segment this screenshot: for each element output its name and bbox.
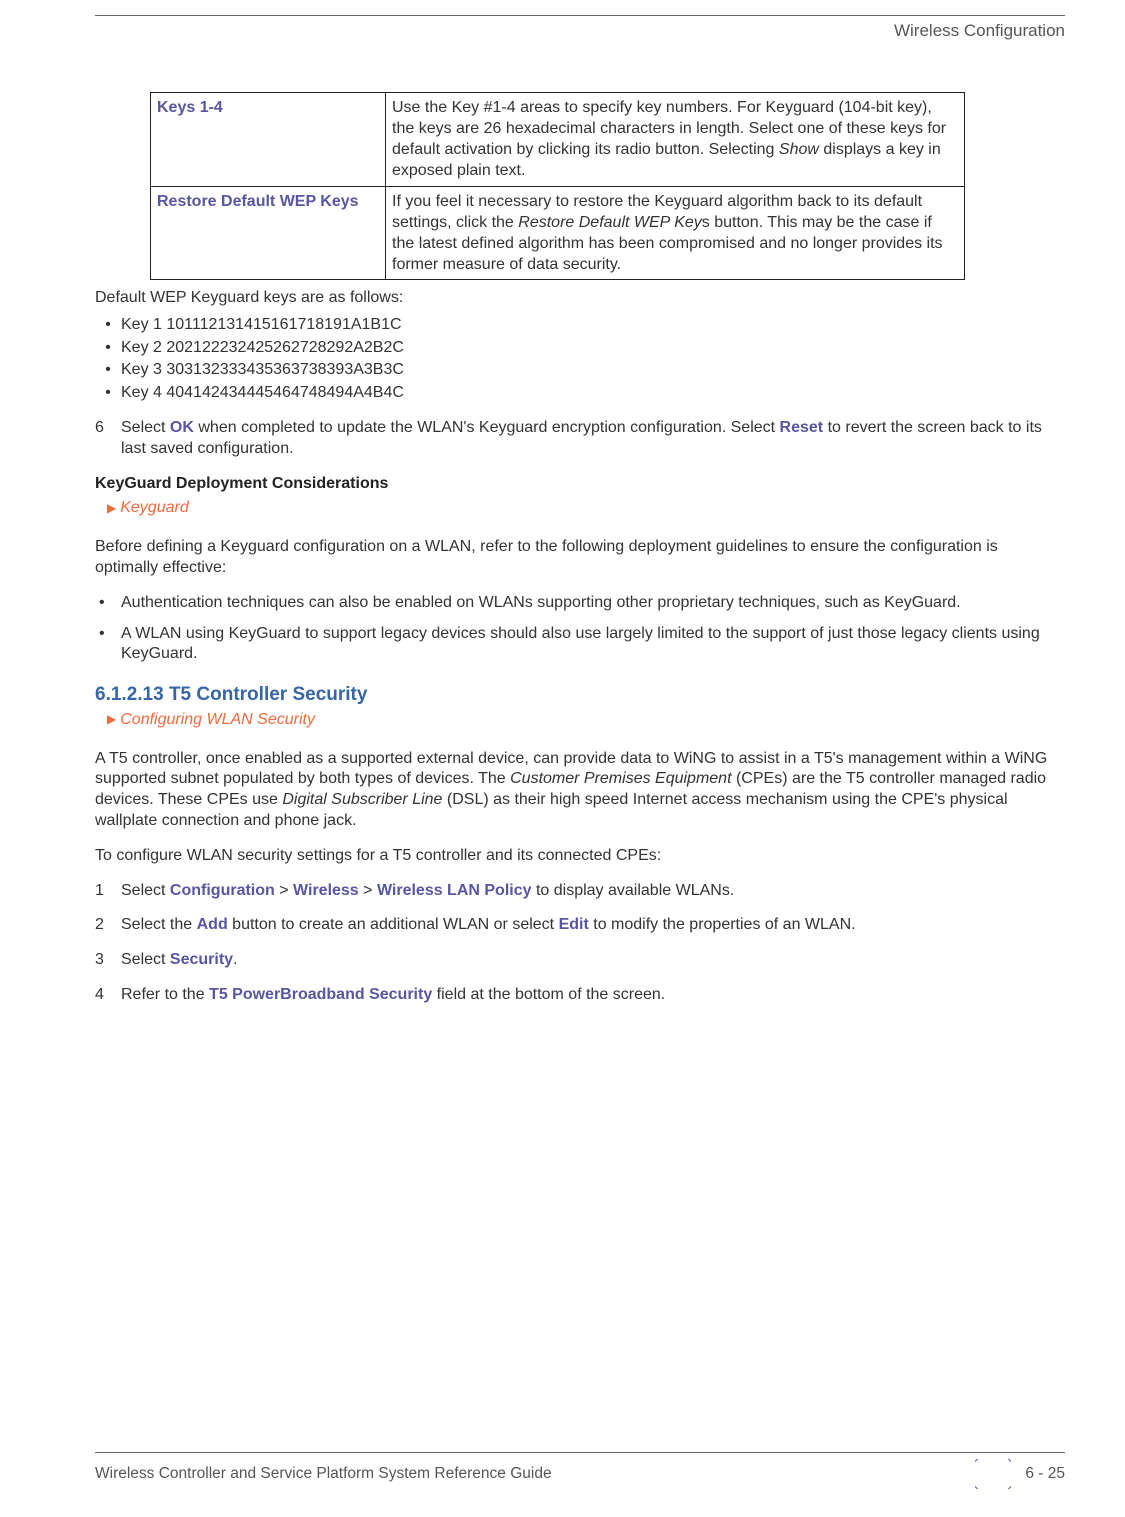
text-italic: Digital Subscriber Line xyxy=(282,791,442,808)
key-text: Key 1 101112131415161718191A1B1C xyxy=(121,316,402,333)
bullet-icon: • xyxy=(95,360,121,381)
keyguard-intro-text: Before defining a Keyguard configuration… xyxy=(95,537,1065,579)
step-6-list: 6 Select OK when completed to update the… xyxy=(95,418,1065,460)
list-item: •Key 3 303132333435363738393A3B3C xyxy=(95,360,1065,381)
bullet-icon: • xyxy=(95,315,121,336)
text: . xyxy=(233,951,237,968)
text: Select xyxy=(121,882,170,899)
step-number: 2 xyxy=(95,915,121,936)
default-keys-list: •Key 1 101112131415161718191A1B1C •Key 2… xyxy=(95,315,1065,404)
ui-term: Wireless LAN Policy xyxy=(377,882,532,899)
footer-decor-icon xyxy=(975,1459,1011,1489)
bullet-icon: • xyxy=(95,338,121,359)
list-item: 6 Select OK when completed to update the… xyxy=(95,418,1065,460)
text: > xyxy=(359,882,377,899)
text: field at the bottom of the screen. xyxy=(432,986,665,1003)
param-desc: Use the Key #1-4 areas to specify key nu… xyxy=(386,93,965,186)
parameter-table: Keys 1-4 Use the Key #1-4 areas to speci… xyxy=(150,92,965,280)
step-number: 6 xyxy=(95,418,121,460)
ui-term: Security xyxy=(170,951,233,968)
header-section-title: Wireless Configuration xyxy=(95,20,1065,42)
ui-term: Configuration xyxy=(170,882,275,899)
footer-rule xyxy=(95,1452,1065,1453)
breadcrumb-text: Keyguard xyxy=(120,498,189,519)
step-text: Select OK when completed to update the W… xyxy=(121,418,1065,460)
param-label: Keys 1-4 xyxy=(151,93,386,186)
ui-term: Reset xyxy=(780,419,824,436)
param-label: Restore Default WEP Keys xyxy=(151,186,386,279)
text-italic: Show xyxy=(779,141,819,158)
text: to modify the properties of an WLAN. xyxy=(589,916,856,933)
key-text: Key 4 404142434445464748494A4B4C xyxy=(121,384,404,401)
list-item: 4 Refer to the T5 PowerBroadband Securit… xyxy=(95,985,1065,1006)
list-item: 2 Select the Add button to create an add… xyxy=(95,915,1065,936)
ui-term: Edit xyxy=(559,916,589,933)
list-item: •Key 1 101112131415161718191A1B1C xyxy=(95,315,1065,336)
text-italic: Restore Default WEP Key xyxy=(518,214,701,231)
t5-section-heading: 6.1.2.13 T5 Controller Security xyxy=(95,683,1065,708)
list-item: 3 Select Security. xyxy=(95,950,1065,971)
bullet-text: A WLAN using KeyGuard to support legacy … xyxy=(121,624,1065,666)
text: button to create an additional WLAN or s… xyxy=(228,916,559,933)
bullet-icon: • xyxy=(95,383,121,404)
step-number: 1 xyxy=(95,881,121,902)
bullet-text: Authentication techniques can also be en… xyxy=(121,593,1065,614)
step-number: 3 xyxy=(95,950,121,971)
ui-term: T5 PowerBroadband Security xyxy=(209,986,432,1003)
bullet-icon: • xyxy=(95,624,121,666)
table-row: Restore Default WEP Keys If you feel it … xyxy=(151,186,965,279)
list-item: •Authentication techniques can also be e… xyxy=(95,593,1065,614)
step-text: Select Security. xyxy=(121,950,1065,971)
step-text: Select Configuration > Wireless > Wirele… xyxy=(121,881,1065,902)
list-item: 1 Select Configuration > Wireless > Wire… xyxy=(95,881,1065,902)
text: Refer to the xyxy=(121,986,209,1003)
step-text: Refer to the T5 PowerBroadband Security … xyxy=(121,985,1065,1006)
ui-term: OK xyxy=(170,419,194,436)
footer-page-number: 6 - 25 xyxy=(1025,1464,1065,1484)
text: Select xyxy=(121,419,170,436)
breadcrumb: ▶ Keyguard xyxy=(107,498,1065,519)
key-text: Key 2 202122232425262728292A2B2C xyxy=(121,339,404,356)
ui-term: Wireless xyxy=(293,882,359,899)
defaults-intro-text: Default WEP Keyguard keys are as follows… xyxy=(95,288,1065,309)
breadcrumb: ▶ Configuring WLAN Security xyxy=(107,710,1065,731)
text: Select xyxy=(121,951,170,968)
keyguard-bullets: •Authentication techniques can also be e… xyxy=(95,593,1065,665)
keyguard-subheading: KeyGuard Deployment Considerations xyxy=(95,474,1065,495)
header-rule xyxy=(95,15,1065,16)
text: Select the xyxy=(121,916,197,933)
text: > xyxy=(275,882,293,899)
breadcrumb-text: Configuring WLAN Security xyxy=(120,710,315,731)
page-footer: Wireless Controller and Service Platform… xyxy=(0,1452,1125,1489)
triangle-icon: ▶ xyxy=(107,712,116,728)
text: to display available WLANs. xyxy=(532,882,735,899)
triangle-icon: ▶ xyxy=(107,501,116,517)
bullet-icon: • xyxy=(95,593,121,614)
ui-term: Add xyxy=(197,916,228,933)
key-text: Key 3 303132333435363738393A3B3C xyxy=(121,361,404,378)
param-desc: If you feel it necessary to restore the … xyxy=(386,186,965,279)
t5-paragraph: A T5 controller, once enabled as a suppo… xyxy=(95,749,1065,832)
footer-left-text: Wireless Controller and Service Platform… xyxy=(95,1464,552,1484)
step-number: 4 xyxy=(95,985,121,1006)
table-row: Keys 1-4 Use the Key #1-4 areas to speci… xyxy=(151,93,965,186)
text: when completed to update the WLAN's Keyg… xyxy=(194,419,780,436)
t5-intro2-text: To configure WLAN security settings for … xyxy=(95,846,1065,867)
step-text: Select the Add button to create an addit… xyxy=(121,915,1065,936)
list-item: •Key 4 404142434445464748494A4B4C xyxy=(95,383,1065,404)
text-italic: Customer Premises Equipment xyxy=(510,770,731,787)
t5-steps: 1 Select Configuration > Wireless > Wire… xyxy=(95,881,1065,1006)
list-item: •Key 2 202122232425262728292A2B2C xyxy=(95,338,1065,359)
list-item: • A WLAN using KeyGuard to support legac… xyxy=(95,624,1065,666)
